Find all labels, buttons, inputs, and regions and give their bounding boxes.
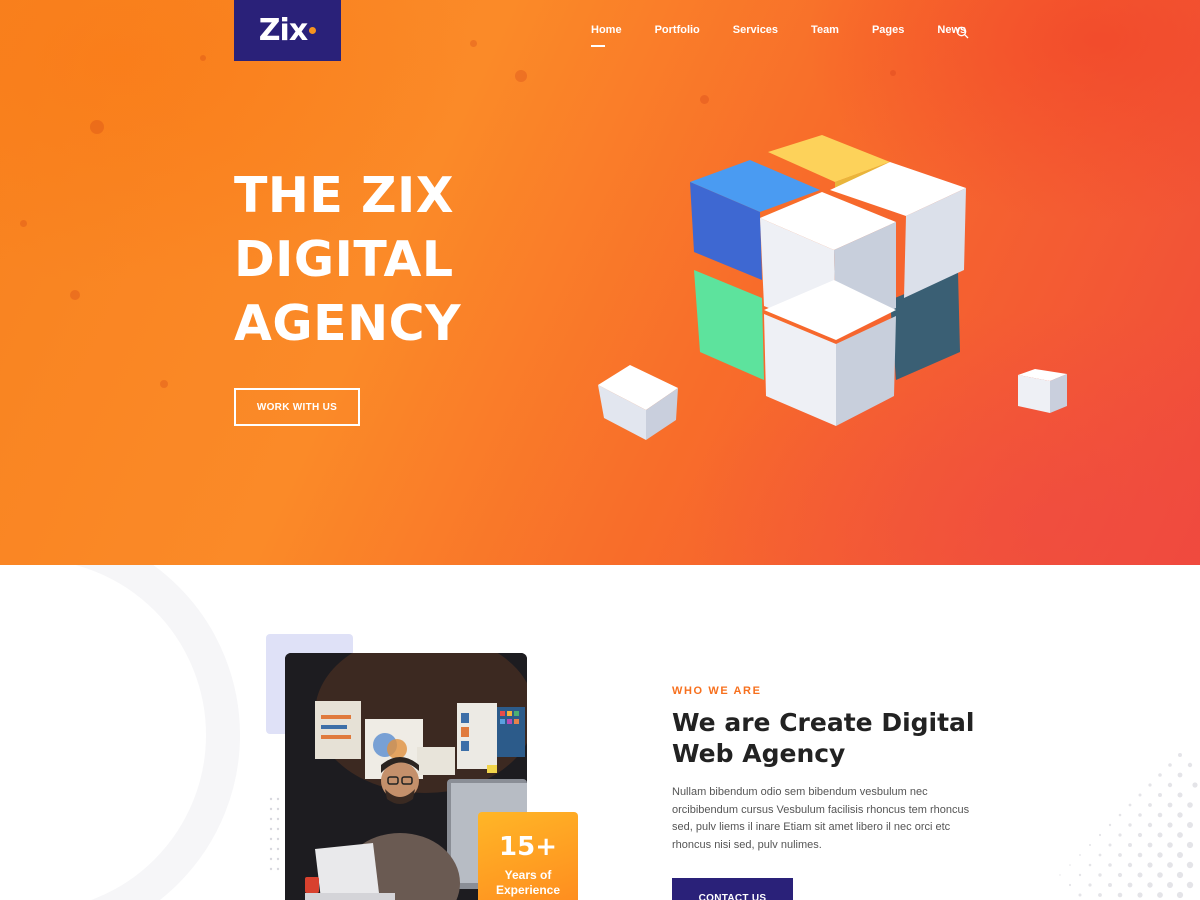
hero-title-line: THE ZIX bbox=[234, 167, 455, 224]
paint-splatter bbox=[160, 380, 168, 388]
nav-item-pages[interactable]: Pages bbox=[872, 24, 904, 36]
paint-splatter bbox=[515, 70, 527, 82]
nav-item-home[interactable]: Home bbox=[591, 24, 622, 47]
nav-item-services[interactable]: Services bbox=[733, 24, 778, 36]
about-title: We are Create Digital Web Agency bbox=[672, 708, 975, 768]
paint-splatter bbox=[200, 55, 206, 61]
contact-us-button[interactable]: CONTACT US bbox=[672, 878, 793, 900]
experience-number: 15+ bbox=[499, 832, 557, 862]
dot-column bbox=[269, 797, 280, 871]
logo[interactable]: Zix bbox=[234, 0, 341, 61]
nav-item-portfolio[interactable]: Portfolio bbox=[655, 24, 700, 36]
section-eyebrow: WHO WE ARE bbox=[672, 685, 762, 697]
experience-label: Years of Experience bbox=[478, 868, 578, 898]
hero-title: THE ZIX DIGITAL AGENCY bbox=[234, 164, 564, 356]
paint-splatter bbox=[70, 290, 80, 300]
experience-badge: 15+ Years of Experience bbox=[478, 812, 578, 900]
paint-splatter bbox=[890, 70, 896, 76]
small-cube-right bbox=[1018, 369, 1067, 413]
paint-splatter bbox=[20, 220, 27, 227]
cube-illustration bbox=[598, 135, 1067, 440]
work-with-us-button[interactable]: WORK WITH US bbox=[234, 388, 360, 426]
logo-dot bbox=[309, 27, 317, 34]
paint-splatter bbox=[90, 120, 104, 134]
paint-splatter bbox=[700, 95, 709, 104]
hero-title-line: AGENCY bbox=[234, 295, 462, 352]
about-section: 15+ Years of Experience WHO WE ARE We ar… bbox=[0, 565, 1200, 900]
hero-section: Zix Home Portfolio Services Team Pages N… bbox=[0, 0, 1200, 565]
decorative-ring bbox=[0, 565, 240, 900]
halftone-dot-pattern bbox=[1059, 753, 1198, 899]
hero-title-line: DIGITAL bbox=[234, 231, 454, 288]
main-nav: Home Portfolio Services Team Pages News bbox=[591, 24, 999, 47]
experience-label-line: Years of bbox=[504, 868, 552, 882]
paint-splatter bbox=[470, 40, 477, 47]
search-icon[interactable] bbox=[956, 26, 969, 39]
nav-item-team[interactable]: Team bbox=[811, 24, 839, 36]
small-cube-left bbox=[598, 365, 678, 440]
logo-text: Zix bbox=[258, 13, 308, 48]
about-description: Nullam bibendum odio sem bibendum vesbul… bbox=[672, 786, 970, 851]
experience-label-line: Experience bbox=[495, 883, 561, 897]
